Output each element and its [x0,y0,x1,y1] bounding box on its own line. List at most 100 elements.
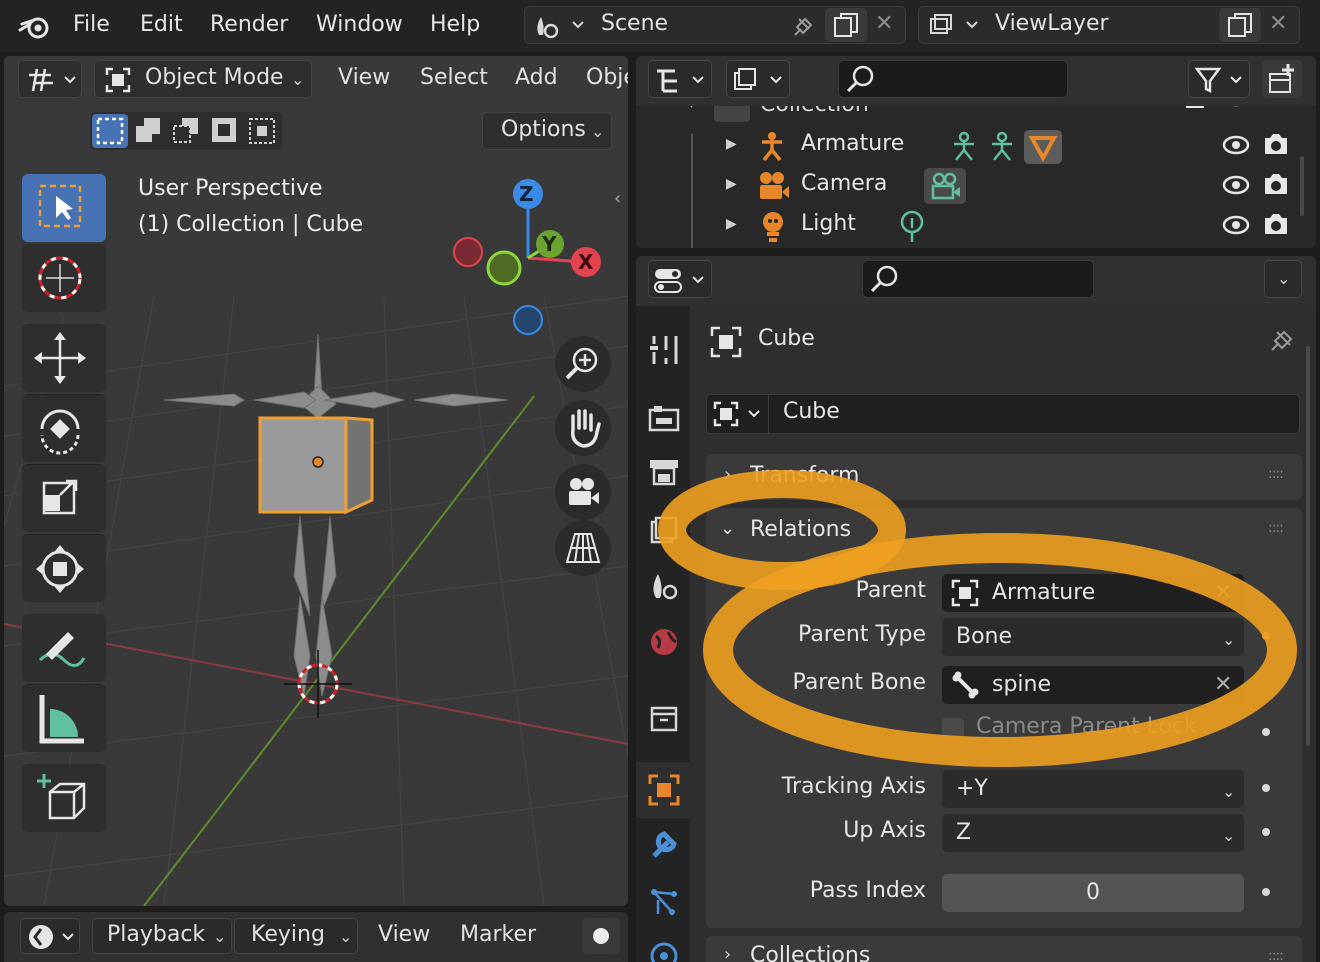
invert-selection-button[interactable] [206,114,242,148]
light-data-icon[interactable] [898,210,928,244]
keyframe-dot-icon[interactable] [1262,632,1270,640]
auto-keying-toggle[interactable] [582,918,620,954]
tool-annotate[interactable] [22,614,106,682]
camera-parent-lock-checkbox[interactable] [942,718,964,740]
scene-name[interactable]: Scene [601,11,668,36]
properties-search-input[interactable] [862,260,1094,298]
keyframe-dot-icon[interactable] [1262,728,1270,736]
outliner-row-armature[interactable]: ▶ Armature [636,126,1308,166]
menu-view[interactable]: View [338,65,390,90]
extend-selection-button[interactable] [130,114,166,148]
camera-view-button[interactable] [555,464,611,520]
pan-button[interactable] [555,400,611,456]
playback-menu[interactable]: Playback ⌄ [92,918,232,954]
tool-measure[interactable] [22,684,106,752]
mode-dropdown[interactable]: Object Mode ⌄ [94,60,312,98]
delete-scene-icon[interactable]: ✕ [875,11,893,36]
menu-render[interactable]: Render [210,8,288,42]
tool-scale[interactable] [22,464,106,532]
new-collection-button[interactable] [1262,60,1302,98]
zoom-button[interactable] [555,336,611,392]
viewlayer-browse-button[interactable] [923,9,979,41]
panel-transform-header[interactable]: › Transform :::: [706,454,1302,500]
filter-dropdown[interactable] [1188,60,1250,98]
tool-move[interactable] [22,324,106,392]
keyframe-dot-icon[interactable] [1262,828,1270,836]
editor-type-button[interactable] [18,60,82,98]
outliner-search-input[interactable] [838,60,1068,98]
viewlayer-name[interactable]: ViewLayer [995,11,1109,36]
tool-cursor[interactable] [22,244,106,312]
new-scene-button[interactable] [825,8,867,42]
panel-collections-header[interactable]: › Collections :::: [706,936,1302,962]
scene-browse-button[interactable] [529,9,585,41]
keying-menu[interactable]: Keying ⌄ [234,918,358,954]
menu-select[interactable]: Select [420,65,488,90]
menu-help[interactable]: Help [430,8,480,42]
clear-bone-icon[interactable]: ✕ [1214,666,1232,704]
tool-select-box[interactable] [22,174,106,242]
object-tab[interactable] [636,762,690,818]
camera-data-icon[interactable] [924,168,966,204]
parent-bone-field[interactable]: spine ✕ [942,666,1244,704]
display-mode-button[interactable] [726,60,790,98]
subtract-selection-button[interactable] [168,114,204,148]
pin-icon[interactable] [787,13,815,41]
drag-handle-icon[interactable]: :::: [1268,466,1284,482]
expand-arrow-icon[interactable]: ▶ [726,176,737,192]
outliner-row-camera[interactable]: ▶ Camera [636,166,1308,206]
expand-arrow-icon[interactable]: ▶ [726,136,737,152]
menu-edit[interactable]: Edit [140,8,183,42]
intersect-selection-button[interactable] [244,114,280,148]
armature-data-icons[interactable] [946,130,1066,166]
drag-handle-icon[interactable]: :::: [1268,948,1284,962]
properties-editor-type-button[interactable] [648,260,712,298]
scene-tab-icon[interactable] [648,568,680,600]
outliner-scrollbar[interactable] [1300,156,1304,216]
parent-type-dropdown[interactable]: Bone ⌄ [942,618,1244,656]
clear-parent-icon[interactable]: ✕ [1214,574,1232,612]
render-camera-icon[interactable] [1262,212,1290,236]
visibility-eye-icon[interactable] [1222,174,1250,196]
collection-visibility-icons[interactable] [1182,106,1302,114]
world-tab-icon[interactable] [648,626,680,658]
timeline-menu-marker[interactable]: Marker [460,922,536,947]
collection-name[interactable]: Collection [760,106,869,117]
properties-options-dropdown[interactable]: ⌄ [1264,260,1302,298]
object-datablock-field[interactable]: Cube [706,394,1300,434]
view-layer-tab-icon[interactable] [648,514,680,546]
perspective-toggle-button[interactable] [555,520,611,576]
sidebar-toggle-icon[interactable]: ‹ [614,188,621,209]
blender-logo-icon[interactable] [18,10,54,42]
timeline-menu-view[interactable]: View [378,922,430,947]
pass-index-input[interactable]: 0 [942,874,1244,912]
outliner-editor-type-button[interactable] [648,60,712,98]
menu-object[interactable]: Obje [586,65,628,90]
keyframe-dot-icon[interactable] [1262,784,1270,792]
new-viewlayer-button[interactable] [1219,8,1261,42]
menu-window[interactable]: Window [316,8,403,42]
particles-tab-icon[interactable] [648,886,680,918]
visibility-eye-icon[interactable] [1222,134,1250,156]
outliner-row-light[interactable]: ▶ Light [636,206,1308,246]
collection-tab-icon[interactable] [648,702,680,734]
collection-expand-icon[interactable]: ▼ [686,106,697,110]
menu-add[interactable]: Add [515,65,558,90]
3d-viewport[interactable]: Object Mode ⌄ View Select Add Obje Optio… [4,56,628,906]
parent-field[interactable]: Armature ✕ [942,574,1244,612]
modifiers-tab-icon[interactable] [648,828,680,860]
tool-transform[interactable] [22,534,106,602]
physics-tab-icon[interactable] [648,938,680,962]
output-tab-icon[interactable] [648,456,680,488]
timeline-editor-type-button[interactable] [20,918,80,954]
panel-relations-header[interactable]: ⌄ Relations :::: [706,508,1302,554]
visibility-eye-icon[interactable] [1222,214,1250,236]
object-browse-button[interactable] [707,395,769,433]
set-new-selection-button[interactable] [92,114,128,148]
tool-add-cube[interactable] [22,764,106,832]
properties-scrollbar[interactable] [1306,346,1310,746]
up-axis-dropdown[interactable]: Z ⌄ [942,814,1244,852]
tracking-axis-dropdown[interactable]: +Y ⌄ [942,770,1244,808]
expand-arrow-icon[interactable]: ▶ [726,216,737,232]
menu-file[interactable]: File [73,8,110,42]
